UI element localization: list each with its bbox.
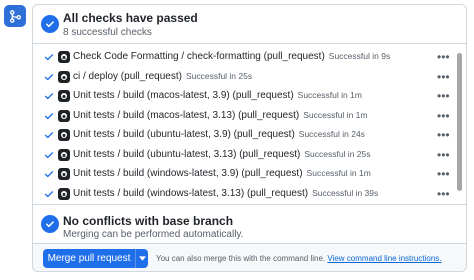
check-name[interactable]: ci / deploy (pull_request): [73, 71, 182, 82]
check-name[interactable]: Unit tests / build (macos-latest, 3.9) (…: [73, 90, 294, 101]
kebab-horizontal-icon[interactable]: •••: [437, 167, 450, 181]
check-icon: [44, 190, 54, 197]
checks-scrollbar[interactable]: [455, 45, 463, 203]
check-status: Successful in 1m: [303, 109, 368, 120]
check-icon: [44, 151, 54, 158]
merge-note: You can also merge this with the command…: [156, 254, 326, 263]
checks-title: All checks have passed: [63, 11, 198, 25]
check-icon: [44, 54, 54, 61]
kebab-horizontal-icon[interactable]: •••: [437, 109, 450, 123]
check-status: Successful in 39s: [312, 187, 379, 198]
merge-bar: Merge pull request You can also merge th…: [33, 243, 466, 271]
check-row[interactable]: Unit tests / build (windows-latest, 3.9)…: [33, 165, 451, 184]
check-icon: [44, 112, 54, 119]
triangle-down-icon: [138, 256, 146, 261]
kebab-horizontal-icon[interactable]: •••: [437, 50, 450, 64]
kebab-horizontal-icon[interactable]: •••: [437, 128, 450, 142]
check-status: Successful in 1m: [306, 168, 371, 178]
check-icon: [44, 93, 54, 100]
scrollbar-thumb[interactable]: [457, 53, 462, 191]
git-merge-icon: [4, 5, 26, 27]
check-circle-icon: [41, 215, 59, 233]
check-status: Successful in 9s: [328, 51, 391, 61]
github-app-icon: [58, 51, 70, 63]
check-row[interactable]: Unit tests / build (windows-latest, 3.13…: [33, 185, 451, 204]
kebab-horizontal-icon[interactable]: •••: [437, 89, 450, 103]
conflicts-title: No conflicts with base branch: [63, 214, 234, 228]
merge-box: All checks have passed 8 successful chec…: [32, 4, 467, 272]
check-name[interactable]: Unit tests / build (windows-latest, 3.13…: [73, 188, 308, 199]
check-icon: [44, 73, 54, 80]
check-name[interactable]: Unit tests / build (ubuntu-latest, 3.13)…: [73, 149, 300, 160]
check-row[interactable]: Unit tests / build (ubuntu-latest, 3.13)…: [33, 146, 451, 165]
conflicts-subtitle: Merging can be performed automatically.: [63, 229, 244, 240]
github-app-icon: [58, 148, 70, 161]
command-line-instructions-link[interactable]: View command line instructions.: [327, 254, 441, 263]
kebab-horizontal-icon[interactable]: •••: [437, 148, 450, 162]
check-row[interactable]: ci / deploy (pull_request) Successful in …: [33, 68, 451, 87]
check-circle-icon: [41, 15, 59, 33]
check-name[interactable]: Unit tests / build (macos-latest, 3.13) …: [73, 110, 299, 121]
github-app-icon: [58, 90, 70, 102]
github-app-icon: [58, 129, 70, 141]
merge-options-button[interactable]: [135, 249, 148, 268]
checks-summary[interactable]: All checks have passed 8 successful chec…: [33, 5, 466, 43]
github-app-icon: [58, 70, 70, 83]
check-icon: [44, 132, 54, 139]
check-name[interactable]: Unit tests / build (ubuntu-latest, 3.9) …: [73, 129, 295, 140]
check-icon: [44, 171, 54, 178]
kebab-horizontal-icon[interactable]: •••: [437, 187, 450, 201]
check-row[interactable]: Unit tests / build (macos-latest, 3.13) …: [33, 107, 451, 126]
github-app-icon: [58, 168, 70, 180]
kebab-horizontal-icon[interactable]: •••: [437, 70, 450, 84]
merge-pull-request-button[interactable]: Merge pull request: [43, 249, 135, 268]
check-status: Successful in 24s: [298, 129, 365, 139]
check-row[interactable]: Check Code Formatting / check-formatting…: [33, 48, 451, 67]
check-row[interactable]: Unit tests / build (macos-latest, 3.9) (…: [33, 87, 451, 106]
check-row[interactable]: Unit tests / build (ubuntu-latest, 3.9) …: [33, 126, 451, 145]
check-status: Successful in 1m: [297, 90, 362, 100]
checks-list: Check Code Formatting / check-formatting…: [33, 43, 466, 205]
check-status: Successful in 25s: [304, 148, 371, 159]
check-name[interactable]: Check Code Formatting / check-formatting…: [73, 51, 325, 62]
check-name[interactable]: Unit tests / build (windows-latest, 3.9)…: [73, 168, 303, 179]
github-app-icon: [58, 109, 70, 122]
check-status: Successful in 25s: [185, 70, 253, 81]
github-app-icon: [58, 187, 70, 200]
conflicts-section: No conflicts with base branch Merging ca…: [33, 206, 466, 242]
checks-subtitle: 8 successful checks: [63, 27, 152, 38]
